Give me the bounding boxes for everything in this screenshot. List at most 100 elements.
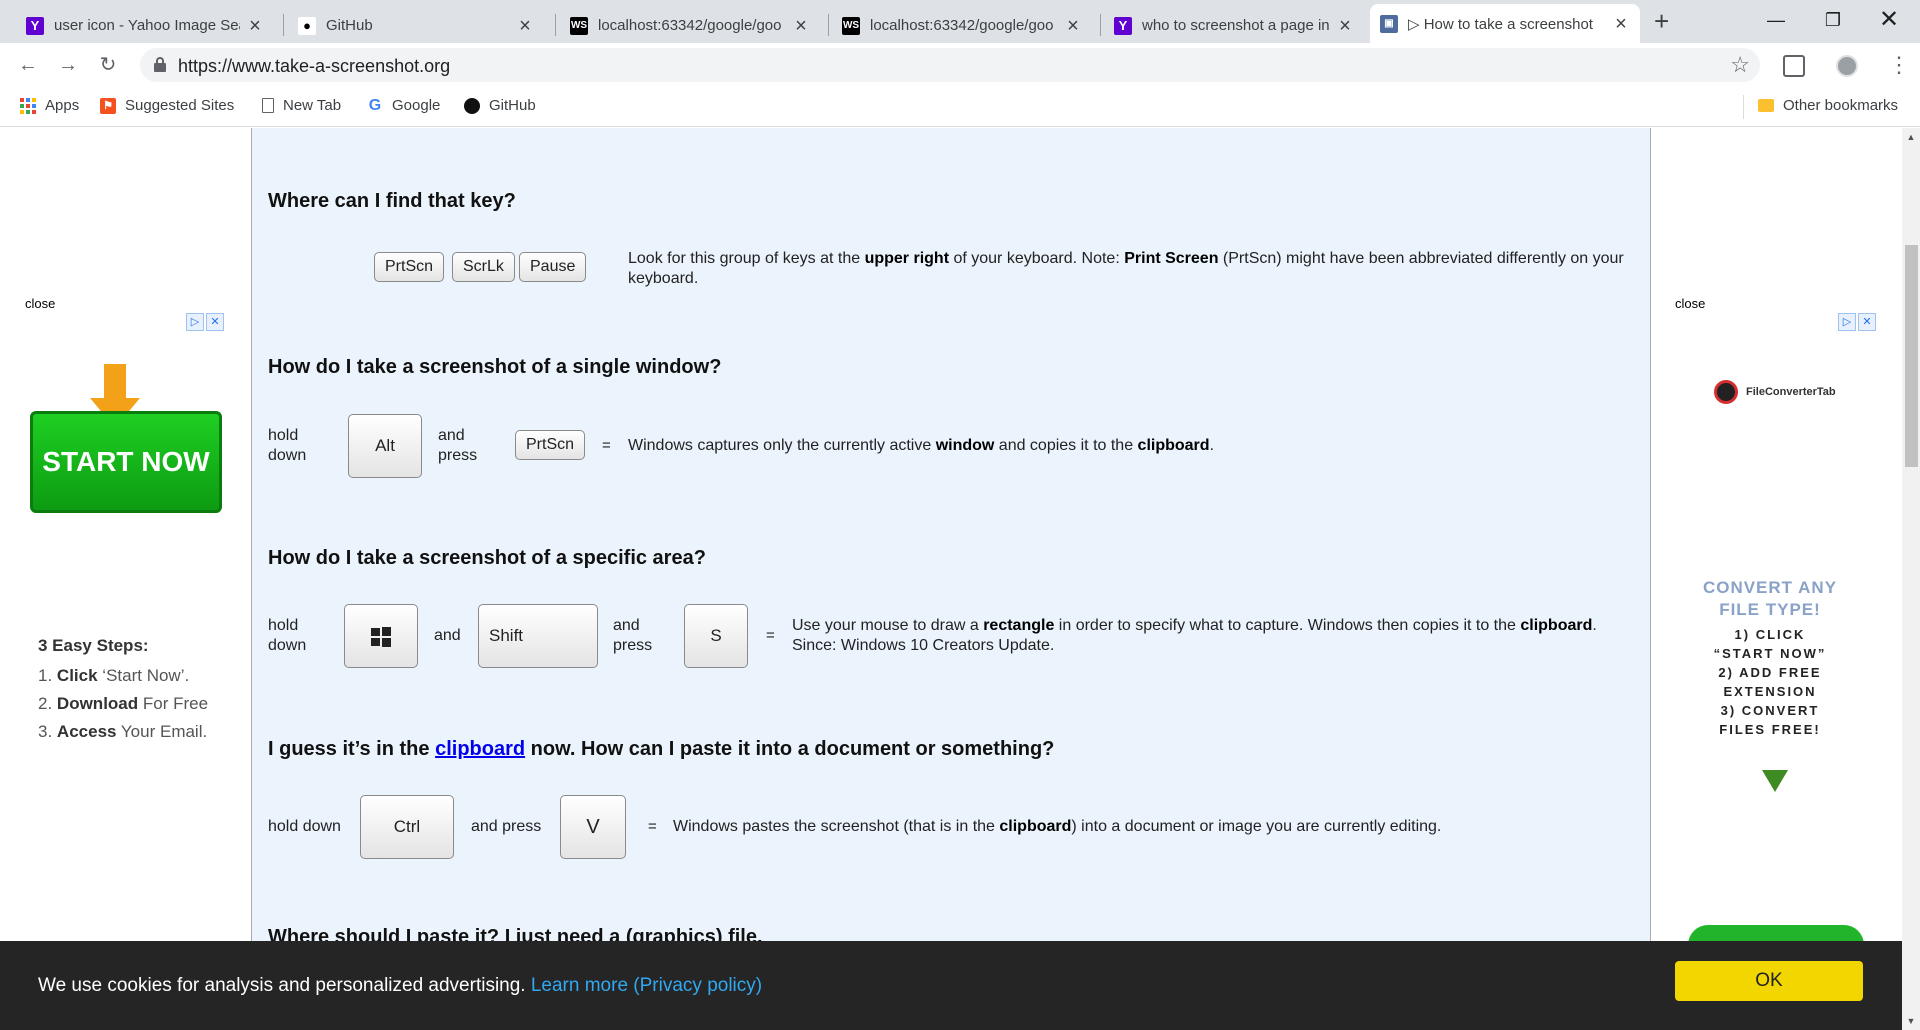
bookmark-star-icon[interactable]: ☆	[1730, 52, 1750, 78]
tab-title: localhost:63342/google/goo	[870, 17, 1054, 34]
key-ctrl: Ctrl	[360, 795, 454, 859]
tab-github[interactable]: ● GitHub ×	[288, 8, 544, 43]
scrollbar-thumb[interactable]	[1905, 245, 1918, 467]
url-text[interactable]: https://www.take-a-screenshot.org	[178, 56, 450, 77]
ad-close-icon[interactable]: ✕	[1858, 313, 1876, 331]
ad-step: 3. Access Your Email.	[38, 722, 208, 741]
github-icon	[464, 97, 480, 114]
webstorm-icon: WS	[842, 16, 860, 35]
reload-icon[interactable]: ↻	[96, 53, 120, 77]
arrow-down-icon	[1762, 770, 1788, 792]
instruction-label: and	[434, 627, 461, 644]
screenshot-site-icon: ▣	[1380, 14, 1398, 33]
ad-step: 1. Click ‘Start Now’.	[38, 666, 190, 685]
key-s: S	[684, 604, 748, 668]
restore-icon[interactable]: ❐	[1810, 5, 1856, 35]
bookmark-apps[interactable]: Apps	[20, 97, 79, 114]
back-arrow-icon[interactable]: ←	[16, 53, 40, 77]
bookmark-label: GitHub	[489, 97, 536, 114]
question-heading: How do I take a screenshot of a specific…	[268, 547, 706, 569]
question-heading: I guess it’s in the clipboard now. How c…	[268, 738, 1055, 760]
ad-steps: 1) CLICK “START NOW” 2) ADD FREE EXTENSI…	[1713, 627, 1827, 737]
tab-strip: Y user icon - Yahoo Image Sear × ● GitHu…	[0, 0, 1920, 43]
tab-localhost-2[interactable]: WS localhost:63342/google/goo ×	[832, 8, 1092, 43]
key-prtscn: PrtScn	[515, 430, 586, 460]
tab-title: user icon - Yahoo Image Sear	[54, 17, 240, 34]
cookie-message: We use cookies for analysis and personal…	[38, 975, 763, 996]
instruction-label: hold down	[268, 427, 307, 464]
answer-text: Windows captures only the currently acti…	[628, 437, 1215, 454]
bookmark-separator	[1743, 95, 1744, 119]
bookmark-label: Apps	[45, 97, 80, 114]
ad-choices-badge[interactable]: ▷ ✕	[186, 313, 224, 331]
close-tab-icon[interactable]: ×	[516, 16, 534, 36]
start-now-ad-button[interactable]: START NOW	[30, 411, 222, 513]
ad-info-icon[interactable]: ▷	[186, 313, 204, 331]
article-content: Where can I find that key? PrtScn ScrLk …	[251, 128, 1651, 1030]
question-heading: How do I take a screenshot of a single w…	[268, 356, 722, 378]
google-icon: G	[368, 96, 382, 114]
instruction-label: hold down	[268, 818, 341, 835]
tab-how-to-take-screenshot[interactable]: ▣ ▷ How to take a screenshot ×	[1370, 4, 1640, 43]
bookmark-github[interactable]: GitHub	[464, 97, 536, 114]
tab-separator	[1100, 14, 1101, 36]
bookmark-other[interactable]: Other bookmarks	[1758, 97, 1898, 114]
close-window-icon[interactable]: ✕	[1866, 5, 1912, 35]
bookmark-suggested-sites[interactable]: ⚑ Suggested Sites	[100, 97, 234, 114]
ad-choices-badge[interactable]: ▷ ✕	[1838, 313, 1876, 331]
page-icon	[262, 98, 274, 113]
ad-step: 2. Download For Free	[38, 694, 209, 713]
browser-toolbar: ← → ↻ https://www.take-a-screenshot.org …	[0, 43, 1920, 87]
tab-separator	[283, 14, 284, 36]
close-tab-icon[interactable]: ×	[1612, 14, 1630, 34]
tab-title: GitHub	[326, 17, 373, 34]
ad-close-link[interactable]: close	[25, 296, 55, 311]
kebab-menu-icon[interactable]: ⋮	[1888, 54, 1910, 77]
bookmark-label: Google	[392, 97, 441, 114]
scroll-down-arrow-icon[interactable]: ▼	[1902, 1012, 1920, 1030]
ad-info-icon[interactable]: ▷	[1838, 313, 1856, 331]
tab-title: ▷ How to take a screenshot	[1408, 15, 1593, 33]
equals-sign: =	[602, 437, 611, 454]
lock-icon[interactable]	[154, 57, 166, 72]
tab-separator	[555, 14, 556, 36]
forward-arrow-icon[interactable]: →	[56, 53, 80, 77]
cookie-ok-button[interactable]: OK	[1675, 961, 1863, 1001]
new-tab-button[interactable]: +	[1654, 8, 1669, 34]
bookmark-label: Other bookmarks	[1783, 97, 1899, 114]
key-shift: Shift	[478, 604, 598, 668]
github-icon: ●	[298, 16, 316, 35]
ad-close-icon[interactable]: ✕	[206, 313, 224, 331]
close-tab-icon[interactable]: ×	[246, 16, 264, 36]
tab-title: localhost:63342/google/goo	[598, 17, 782, 34]
instruction-label: and press	[438, 427, 478, 464]
tab-yahoo-screenshot-search[interactable]: Y who to screenshot a page in ×	[1104, 8, 1364, 43]
close-tab-icon[interactable]: ×	[1336, 16, 1354, 36]
instruction-label: and press	[471, 818, 542, 835]
ad-close-link[interactable]: close	[1675, 296, 1705, 311]
address-bar[interactable]: https://www.take-a-screenshot.org ☆	[140, 48, 1760, 82]
profile-avatar-icon[interactable]	[1836, 55, 1858, 77]
close-tab-icon[interactable]: ×	[1064, 16, 1082, 36]
bookmark-google[interactable]: G Google	[367, 96, 441, 115]
minimize-icon[interactable]: —	[1753, 5, 1799, 35]
page-scrollbar[interactable]: ▲ ▼	[1902, 128, 1920, 1030]
extension-icon[interactable]	[1783, 55, 1805, 77]
key-v: V	[560, 795, 626, 859]
cookie-banner: We use cookies for analysis and personal…	[0, 941, 1902, 1030]
tab-yahoo-user-icon[interactable]: Y user icon - Yahoo Image Sear ×	[16, 8, 274, 43]
answer-text: Windows pastes the screenshot (that is i…	[673, 818, 1442, 835]
yahoo-icon: Y	[1114, 16, 1132, 35]
webstorm-icon: WS	[570, 16, 588, 35]
tab-localhost-1[interactable]: WS localhost:63342/google/goo ×	[560, 8, 820, 43]
ad-steps-title: 3 Easy Steps:	[38, 636, 149, 655]
bookmark-label: New Tab	[283, 97, 342, 114]
clipboard-link[interactable]: clipboard	[435, 738, 525, 760]
close-tab-icon[interactable]: ×	[792, 16, 810, 36]
question-heading: Where can I find that key?	[268, 190, 516, 212]
file-converter-logo[interactable]: FileConverterTab	[1714, 380, 1836, 404]
scroll-up-arrow-icon[interactable]: ▲	[1902, 128, 1920, 146]
privacy-policy-link[interactable]: Learn more (Privacy policy)	[531, 975, 762, 996]
equals-sign: =	[648, 818, 657, 835]
bookmark-new-tab[interactable]: New Tab	[262, 97, 341, 114]
